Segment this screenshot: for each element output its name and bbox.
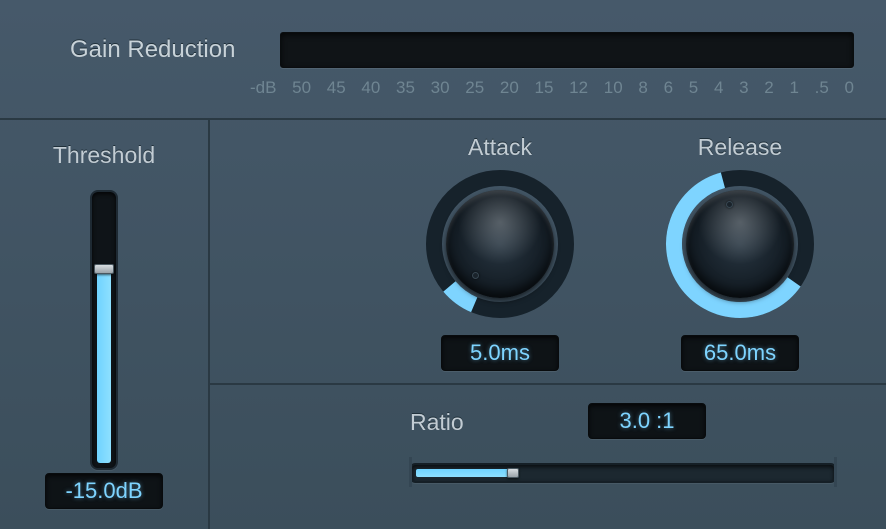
ratio-section: Ratio 3.0 :1 [210, 385, 886, 529]
release-label: Release [630, 134, 850, 161]
gain-reduction-scale-tick: .5 [815, 78, 829, 98]
gain-reduction-scale-tick: 45 [327, 78, 346, 98]
attack-release-section: Attack 5.0ms Release 65.0ms [210, 120, 886, 385]
gain-reduction-scale-tick: 12 [569, 78, 588, 98]
gain-reduction-scale-tick: 30 [431, 78, 450, 98]
ratio-slider-end-right [834, 457, 837, 487]
release-value[interactable]: 65.0ms [681, 335, 799, 371]
ratio-slider-track [410, 463, 836, 483]
gain-reduction-scale-tick: 0 [845, 78, 854, 98]
attack-label: Attack [390, 134, 610, 161]
release-knob-pointer [726, 201, 733, 208]
gain-reduction-scale-tick: 20 [500, 78, 519, 98]
threshold-section: Threshold -15.0dB [0, 120, 210, 529]
gain-reduction-scale-tick: 8 [638, 78, 647, 98]
ratio-value[interactable]: 3.0 :1 [588, 403, 706, 439]
gain-reduction-scale-tick: 5 [689, 78, 698, 98]
gain-reduction-scale-tick: 50 [292, 78, 311, 98]
threshold-label: Threshold [0, 142, 208, 169]
attack-block: Attack 5.0ms [390, 134, 610, 371]
threshold-value[interactable]: -15.0dB [45, 473, 163, 509]
attack-value[interactable]: 5.0ms [441, 335, 559, 371]
release-knob-cap [686, 190, 794, 298]
gain-reduction-scale-tick: 3 [739, 78, 748, 98]
gain-reduction-scale-prefix: -dB [250, 78, 276, 98]
ratio-label: Ratio [410, 409, 464, 436]
threshold-slider-thumb[interactable] [94, 264, 114, 274]
ratio-slider-thumb[interactable] [507, 468, 519, 478]
gain-reduction-scale-tick: 35 [396, 78, 415, 98]
threshold-slider-fill [97, 269, 111, 463]
gain-reduction-scale-tick: 6 [664, 78, 673, 98]
gain-reduction-scale-tick: 15 [535, 78, 554, 98]
gain-reduction-scale-tick: 10 [604, 78, 623, 98]
gain-reduction-scale-tick: 40 [361, 78, 380, 98]
gain-reduction-scale-tick: 1 [789, 78, 798, 98]
gain-reduction-scale-tick: 2 [764, 78, 773, 98]
ratio-slider[interactable] [410, 457, 836, 487]
gain-reduction-label: Gain Reduction [70, 36, 235, 64]
attack-knob-cap [446, 190, 554, 298]
compressor-plugin: Gain Reduction -dB5045403530252015121086… [0, 0, 886, 529]
attack-knob[interactable] [425, 169, 575, 319]
ratio-slider-end-left [409, 457, 412, 487]
gain-reduction-scale-tick: 4 [714, 78, 723, 98]
ratio-slider-fill [416, 469, 513, 477]
gain-reduction-section: Gain Reduction -dB5045403530252015121086… [0, 0, 886, 120]
gain-reduction-meter [280, 32, 854, 68]
gain-reduction-scale: -dB 50 45 40 35 30 25 20 15 12 10 8654321 .5 0 [250, 78, 854, 98]
release-knob[interactable] [665, 169, 815, 319]
gain-reduction-scale-tick: 25 [465, 78, 484, 98]
threshold-slider[interactable] [90, 190, 118, 470]
release-block: Release 65.0ms [630, 134, 850, 371]
